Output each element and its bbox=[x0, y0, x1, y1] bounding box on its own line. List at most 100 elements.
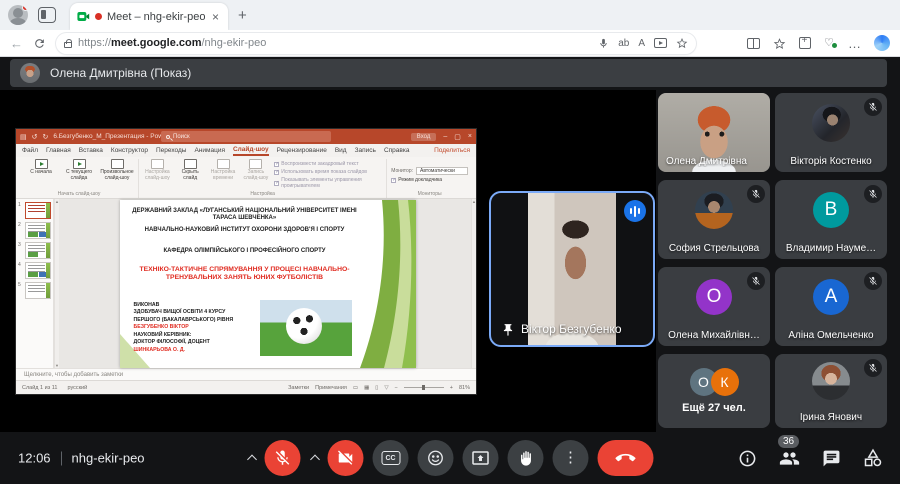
participant-tile-alina-omelchenko[interactable]: А Аліна Омельченко bbox=[775, 267, 887, 346]
settings-more-icon[interactable]: … bbox=[848, 36, 861, 51]
ppt-from-beginning-button: С начала bbox=[24, 159, 58, 191]
browser-tab-meet[interactable]: Meet – nhg-ekir-peo × bbox=[70, 3, 228, 30]
slide-department-line: КАФЕДРА ОЛІМПІЙСЬКОГО І ПРОФЕСІЙНОГО СПО… bbox=[130, 248, 360, 254]
participant-name: Ірина Янович bbox=[775, 412, 887, 423]
raise-hand-button[interactable] bbox=[508, 440, 544, 476]
more-participants-tile[interactable]: О К Ещё 27 чел. bbox=[658, 354, 770, 428]
ppt-zoom-level: 81% bbox=[459, 385, 470, 391]
participant-tile-iryna-yanovych[interactable]: Ірина Янович bbox=[775, 354, 887, 428]
ppt-play-narrations-checkbox: Воспроизвести закадровый текст bbox=[274, 161, 382, 167]
slide-university-line: ДЕРЖАВНИЙ ЗАКЛАД «ЛУГАНСЬКИЙ НАЦІОНАЛЬНИ… bbox=[130, 208, 360, 223]
browser-profile-avatar[interactable] bbox=[8, 5, 28, 25]
participant-tile-vladimir-naumenko[interactable]: В Владимир Науме… bbox=[775, 180, 887, 259]
view-reading-icon: ▯ bbox=[375, 385, 378, 391]
participant-name: Олена Дмитрівна bbox=[658, 156, 770, 167]
participant-avatar bbox=[812, 362, 850, 400]
workspaces-icon[interactable] bbox=[38, 7, 56, 23]
translate-icon[interactable]: ab bbox=[618, 38, 629, 49]
ppt-slide-thumbnails: 1 2 3 4 5 bbox=[16, 199, 54, 368]
meet-page: Олена Дмитрівна (Показ) ▤ ↺ ↻ 6.Безгубен… bbox=[0, 57, 900, 484]
refresh-icon[interactable] bbox=[33, 37, 46, 50]
participants-button[interactable]: 36 bbox=[778, 447, 800, 469]
soccer-ball-image bbox=[286, 308, 322, 344]
slide-soccer-photo bbox=[260, 300, 352, 356]
ppt-notes-toggle: Заметки bbox=[288, 385, 309, 391]
participant-name: Владимир Науме… bbox=[775, 243, 887, 254]
collections-icon[interactable] bbox=[773, 37, 786, 50]
speaking-indicator-icon bbox=[624, 200, 646, 222]
ppt-title-bar: ▤ ↺ ↻ 6.Безгубенко_М_Презентация - Power… bbox=[16, 129, 476, 144]
participant-tile-sofiia-streltsova[interactable]: София Стрельцова bbox=[658, 180, 770, 259]
pin-icon bbox=[501, 323, 515, 337]
ppt-ribbon: С начала С текущего слайда Произвольное … bbox=[16, 157, 476, 199]
back-icon[interactable]: ← bbox=[10, 36, 23, 51]
activities-button[interactable] bbox=[862, 447, 884, 469]
mic-off-icon bbox=[747, 272, 765, 290]
voice-search-mic-icon[interactable] bbox=[598, 38, 609, 49]
mic-off-icon bbox=[864, 359, 882, 377]
mic-off-icon bbox=[864, 185, 882, 203]
browser-essentials-icon[interactable] bbox=[824, 38, 835, 48]
extensions-icon[interactable] bbox=[799, 37, 811, 49]
ppt-tab-design: Конструктор bbox=[111, 147, 148, 154]
url-text[interactable]: https://meet.google.com/nhg-ekir-peo bbox=[78, 37, 592, 49]
media-recording-dot-icon bbox=[95, 13, 102, 20]
participant-avatar bbox=[812, 104, 850, 142]
participant-tile-olena-dmytrivna[interactable]: Олена Дмитрівна bbox=[658, 93, 770, 172]
slide-green-decoration bbox=[358, 200, 416, 368]
participant-tile-viktoriia-kostenko[interactable]: Вікторія Костенко bbox=[775, 93, 887, 172]
ppt-rehearse-timings-button: Настройка времени bbox=[209, 159, 238, 191]
reactions-button[interactable] bbox=[418, 440, 454, 476]
meeting-details-button[interactable] bbox=[736, 447, 758, 469]
camera-options-chevron-icon[interactable] bbox=[310, 455, 320, 465]
participant-name: София Стрельцова bbox=[658, 243, 770, 254]
favorite-star-icon[interactable] bbox=[676, 37, 688, 49]
ppt-slide-canvas: ДЕРЖАВНИЙ ЗАКЛАД «ЛУГАНСЬКИЙ НАЦІОНАЛЬНИ… bbox=[59, 199, 476, 368]
notification-dot-icon bbox=[22, 5, 28, 11]
view-normal-icon: ▭ bbox=[353, 385, 358, 391]
mic-off-icon bbox=[864, 98, 882, 116]
participant-avatar: А bbox=[813, 279, 849, 315]
present-now-button[interactable] bbox=[463, 440, 499, 476]
read-aloud-icon[interactable]: A bbox=[638, 38, 645, 49]
mic-options-chevron-icon[interactable] bbox=[247, 455, 257, 465]
ppt-custom-slideshow-button: Произвольное слайд-шоу bbox=[100, 159, 134, 191]
stacked-avatars: О К bbox=[658, 368, 770, 396]
meet-favicon-icon bbox=[77, 11, 90, 22]
pinned-participant-tile[interactable]: Віктор Безгубенко bbox=[489, 191, 655, 347]
clock-time: 12:06 bbox=[18, 451, 51, 466]
presenter-avatar bbox=[20, 63, 40, 83]
camera-off-button[interactable] bbox=[328, 440, 364, 476]
ppt-search-box: Поиск bbox=[161, 131, 331, 142]
window-minimize-icon: – bbox=[443, 133, 447, 140]
split-screen-icon[interactable] bbox=[747, 38, 760, 49]
slide-thumbnail-4: 4 bbox=[18, 262, 51, 279]
more-participants-count: Ещё 27 чел. bbox=[658, 402, 770, 414]
leave-call-button[interactable] bbox=[598, 440, 654, 476]
zoom-slider bbox=[404, 387, 444, 388]
browser-window: Meet – nhg-ekir-peo × + ← https://meet.g… bbox=[0, 0, 900, 484]
tab-title: Meet – nhg-ekir-peo bbox=[107, 11, 205, 23]
picture-in-picture-icon[interactable] bbox=[654, 38, 667, 48]
window-maximize-icon: ▢ bbox=[454, 133, 461, 141]
slide-thumbnail-5: 5 bbox=[18, 282, 51, 299]
zoom-out-icon: − bbox=[395, 385, 398, 391]
more-options-button[interactable]: ⋮ bbox=[553, 440, 589, 476]
participant-name: Вікторія Костенко bbox=[775, 156, 887, 167]
ppt-setup-slideshow-button: Настройка слайд-шоу bbox=[143, 159, 172, 191]
chat-button[interactable] bbox=[820, 447, 842, 469]
ppt-language: русский bbox=[67, 385, 87, 391]
address-bar[interactable]: https://meet.google.com/nhg-ekir-peo ab … bbox=[56, 33, 696, 54]
new-tab-button[interactable]: + bbox=[238, 7, 247, 24]
captions-button[interactable]: CC bbox=[373, 440, 409, 476]
ppt-comments-toggle: Примечания bbox=[315, 385, 347, 391]
slide-thumbnail-3: 3 bbox=[18, 242, 51, 259]
lock-icon bbox=[64, 42, 72, 48]
tab-close-icon[interactable]: × bbox=[210, 10, 221, 24]
mic-off-icon bbox=[747, 185, 765, 203]
ppt-hide-slide-button: Скрыть слайд bbox=[176, 159, 205, 191]
copilot-icon[interactable] bbox=[874, 35, 890, 51]
participant-tile-olena-mykhailivna[interactable]: О Олена Михайлівн… bbox=[658, 267, 770, 346]
divider bbox=[61, 451, 62, 465]
mic-muted-button[interactable] bbox=[265, 440, 301, 476]
